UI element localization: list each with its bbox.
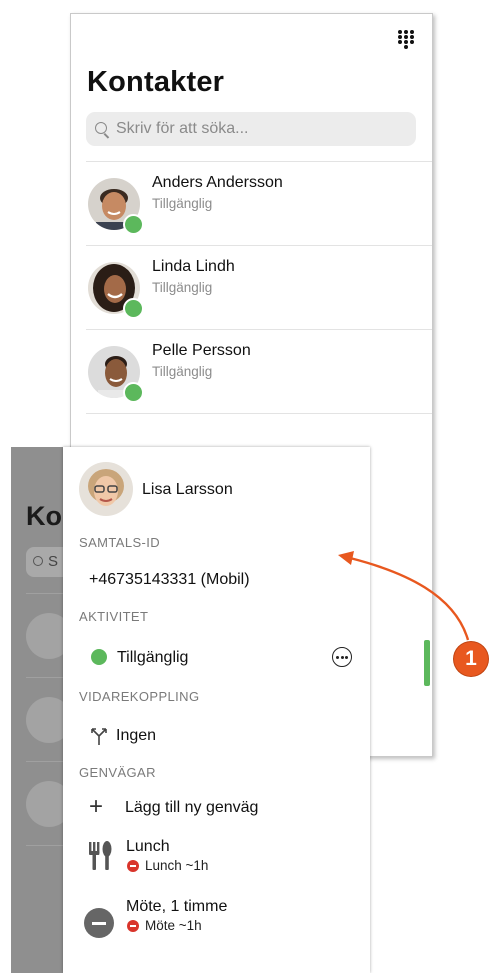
callout-arrow [338,551,470,641]
callout-badge: 1 [454,642,488,676]
